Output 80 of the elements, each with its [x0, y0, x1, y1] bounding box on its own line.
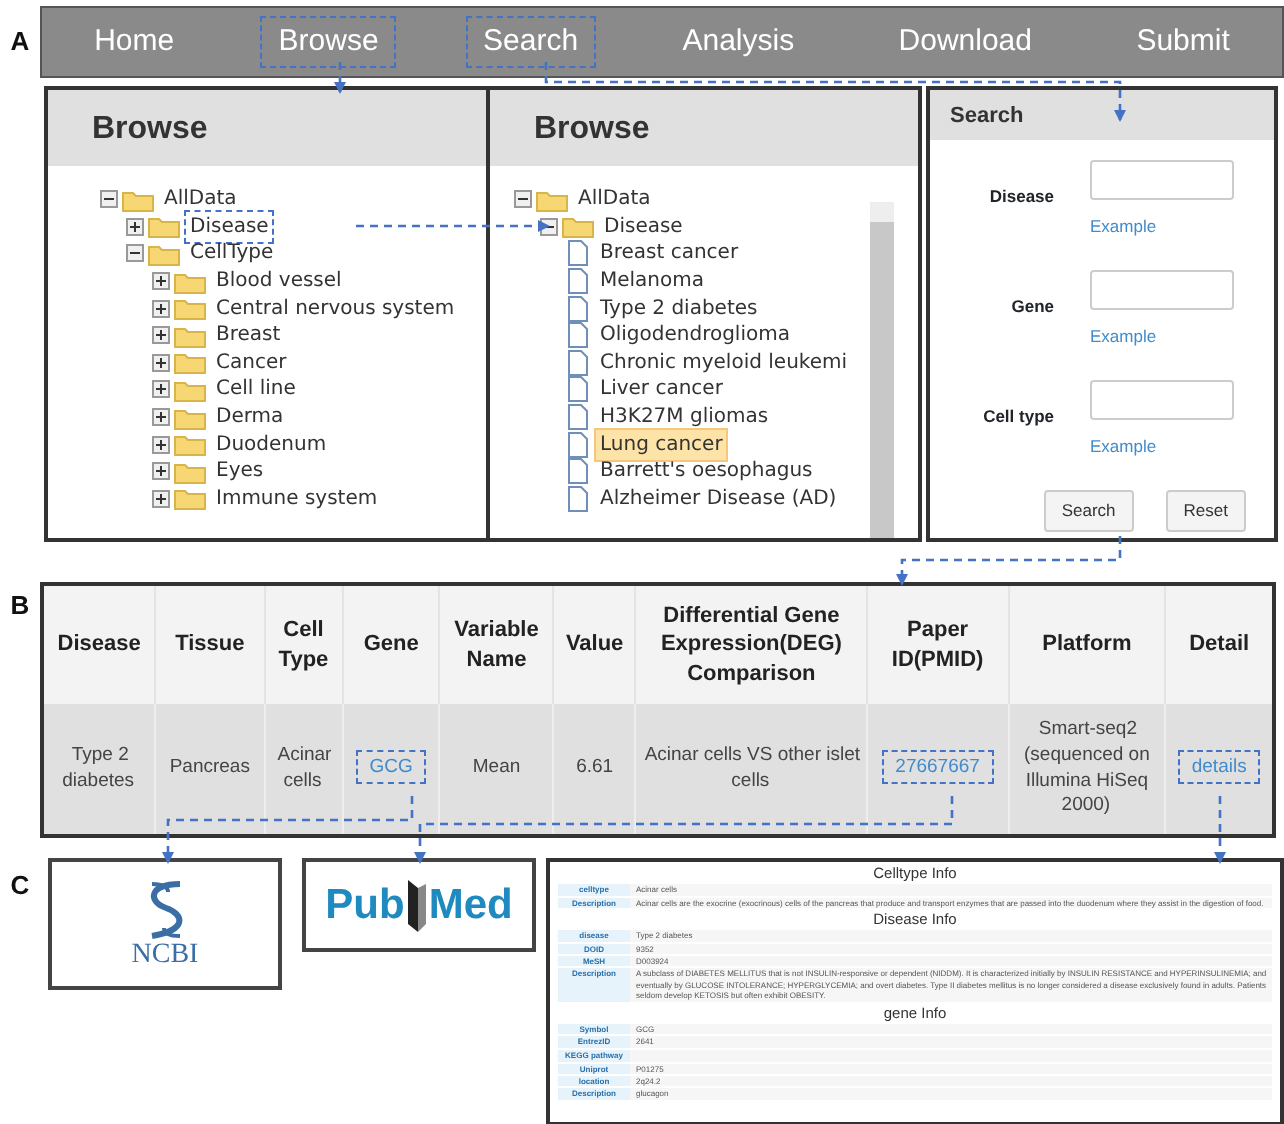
table-cell-text: Smart-seq2 (sequenced on Illumina HiSeq 2000) — [1024, 715, 1150, 819]
folder-icon — [174, 377, 206, 402]
panel-header: Search — [930, 90, 1274, 140]
field-label: Cell type — [983, 406, 1054, 426]
folder-icon — [174, 269, 206, 294]
tree-item[interactable]: Lung cancer — [594, 427, 729, 462]
folder-icon — [174, 432, 206, 457]
folder-icon — [122, 187, 154, 212]
collapse-icon[interactable] — [100, 190, 118, 209]
document-icon — [566, 349, 590, 376]
expand-icon[interactable] — [152, 408, 170, 427]
example-link[interactable]: Example — [1090, 436, 1157, 456]
example-link[interactable]: Example — [1090, 216, 1157, 236]
table-cell-text: Pancreas — [167, 754, 252, 781]
folder-icon — [174, 486, 206, 511]
document-icon — [566, 404, 590, 431]
table-cell-text: Acinar cells VS other islet cells — [642, 741, 861, 793]
expand-icon[interactable] — [152, 353, 170, 372]
column-header: Variable Name — [439, 584, 554, 704]
column-header: Differential Gene Expression(DEG) Comparison — [635, 584, 867, 704]
table-cell-text: Mean — [470, 754, 523, 781]
column-header: Value — [553, 584, 636, 704]
connector-line — [1214, 796, 1226, 864]
document-icon — [566, 485, 590, 512]
folder-icon — [536, 187, 568, 212]
folder-icon — [174, 459, 206, 484]
document-icon — [566, 322, 590, 349]
column-header: Detail — [1165, 584, 1274, 704]
text-input[interactable] — [1090, 160, 1234, 200]
expand-icon[interactable] — [126, 217, 144, 236]
document-icon — [566, 431, 590, 458]
connector-line — [334, 62, 346, 94]
panel-header: Browse — [490, 90, 918, 166]
document-icon — [566, 268, 590, 295]
text-input[interactable] — [1090, 270, 1234, 310]
tree-item[interactable]: Disease — [184, 209, 275, 244]
expand-icon[interactable] — [152, 462, 170, 481]
panel-label: A — [8, 24, 32, 61]
column-header: Tissue — [155, 584, 265, 704]
expand-icon[interactable] — [152, 299, 170, 318]
expand-icon[interactable] — [152, 272, 170, 291]
folder-icon — [174, 296, 206, 321]
field-label: Disease — [989, 186, 1054, 206]
logo-text: NCBI — [131, 942, 199, 970]
panel-label: B — [8, 588, 32, 624]
example-link[interactable]: Example — [1090, 326, 1157, 346]
column-header: Platform — [1008, 584, 1166, 704]
button[interactable]: Search — [1043, 490, 1134, 532]
table-cell-text: 6.61 — [574, 754, 616, 781]
document-icon — [566, 458, 590, 485]
collapse-icon[interactable] — [126, 244, 144, 263]
folder-icon — [148, 241, 180, 266]
table-cell-text: Type 2 diabetes — [62, 741, 137, 793]
folder-icon — [174, 350, 206, 375]
column-header: Gene — [342, 584, 440, 704]
collapse-icon[interactable] — [514, 190, 532, 209]
document-icon — [566, 376, 590, 403]
expand-icon[interactable] — [152, 380, 170, 399]
folder-icon — [174, 323, 206, 348]
folder-icon — [174, 405, 206, 430]
book-icon — [404, 877, 429, 933]
folder-icon — [148, 214, 180, 239]
document-icon — [566, 295, 590, 322]
column-header: Disease — [42, 584, 156, 704]
column-header: Cell Type — [264, 584, 343, 704]
table-cell-text: Acinar cells — [275, 741, 332, 793]
scrollbar[interactable] — [870, 202, 894, 538]
button[interactable]: Reset — [1165, 490, 1246, 532]
panel-header: Browse — [48, 90, 486, 166]
logo-text: Med — [428, 884, 513, 926]
panel-label: C — [8, 868, 32, 904]
expand-icon[interactable] — [152, 489, 170, 508]
field-label: Gene — [1011, 296, 1054, 316]
text-input[interactable] — [1090, 380, 1234, 420]
expand-icon[interactable] — [152, 326, 170, 345]
column-header: Paper ID(PMID) — [866, 584, 1009, 704]
document-icon — [566, 240, 590, 267]
logo-text: Pub — [325, 884, 405, 926]
folder-icon — [562, 214, 594, 239]
expand-icon[interactable] — [152, 435, 170, 454]
